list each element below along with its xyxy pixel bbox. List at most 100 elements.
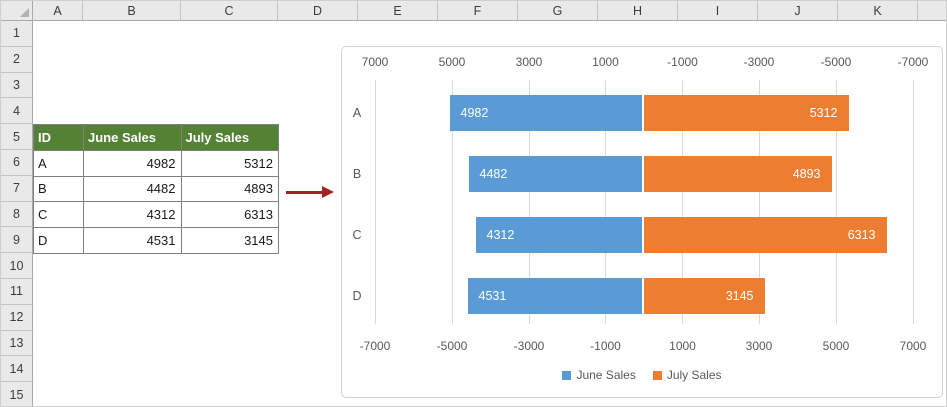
cell-id[interactable]: A <box>33 149 84 177</box>
bar-data-label: 4482 <box>479 167 508 181</box>
bottom-axis-tick: 7000 <box>899 339 927 353</box>
select-all-triangle-icon <box>20 8 29 17</box>
row-header-8[interactable]: 8 <box>1 201 33 228</box>
column-header-G[interactable]: G <box>518 1 598 21</box>
sales-table: ID June Sales July Sales A 4982 5312 B 4… <box>33 124 279 254</box>
cell-june[interactable]: 4531 <box>83 227 182 254</box>
arrow-shape <box>286 185 334 200</box>
bar-data-label: 4893 <box>792 167 821 181</box>
table-row: A 4982 5312 <box>33 149 279 177</box>
category-label-D: D <box>352 289 362 303</box>
row-header-1[interactable]: 1 <box>1 21 33 47</box>
legend-item-july-sales[interactable]: July Sales <box>652 368 722 382</box>
cell-id[interactable]: B <box>33 175 84 203</box>
legend-swatch-icon <box>652 370 662 380</box>
table-row: D 4531 3145 <box>33 227 279 254</box>
legend-item-june-sales[interactable]: June Sales <box>562 368 636 382</box>
row-header-7[interactable]: 7 <box>1 175 33 202</box>
row-header-12[interactable]: 12 <box>1 304 33 331</box>
bar-june-B[interactable]: 4482 <box>468 156 642 192</box>
arrow-head-icon <box>322 186 334 198</box>
row-header-5[interactable]: 5 <box>1 124 33 150</box>
row-header-2[interactable]: 2 <box>1 46 33 73</box>
cell-june[interactable]: 4482 <box>83 175 182 203</box>
bar-data-label: 5312 <box>809 106 838 120</box>
column-header-J[interactable]: J <box>758 1 838 21</box>
row-header-10[interactable]: 10 <box>1 253 33 279</box>
bar-july-B[interactable]: 4893 <box>643 156 832 192</box>
column-header-F[interactable]: F <box>438 1 518 21</box>
bottom-axis-tick: -7000 <box>359 339 391 353</box>
top-axis-tick: -3000 <box>743 55 775 69</box>
top-axis-tick: -1000 <box>667 55 698 69</box>
table-row: B 4482 4893 <box>33 175 279 203</box>
cell-id[interactable]: D <box>33 227 84 254</box>
row-header-9[interactable]: 9 <box>1 227 33 254</box>
header-cell-june-sales[interactable]: June Sales <box>83 124 182 151</box>
bottom-axis-tick: 1000 <box>669 339 696 353</box>
category-label-A: A <box>352 106 362 120</box>
legend-label: June Sales <box>576 368 636 382</box>
row-header-15[interactable]: 15 <box>1 382 33 406</box>
top-axis-tick: 5000 <box>438 55 466 69</box>
table-row: C 4312 6313 <box>33 201 279 229</box>
gridline <box>374 80 376 324</box>
tornado-chart[interactable]: 7000 5000 3000 1000 -1000 -3000 -5000 -7… <box>341 46 943 398</box>
column-header-B[interactable]: B <box>83 1 181 21</box>
column-header-D[interactable]: D <box>278 1 358 21</box>
row-header-14[interactable]: 14 <box>1 356 33 383</box>
legend-label: July Sales <box>666 368 722 382</box>
cell-june[interactable]: 4982 <box>83 149 182 177</box>
chart-legend: June Sales July Sales <box>342 365 942 385</box>
header-cell-july-sales[interactable]: July Sales <box>180 124 279 151</box>
legend-swatch-icon <box>562 370 572 380</box>
bottom-axis-tick: 3000 <box>745 339 773 353</box>
top-axis-tick: 3000 <box>515 55 543 69</box>
bar-july-C[interactable]: 6313 <box>643 217 887 253</box>
arrow-shaft <box>286 191 323 194</box>
cell-july[interactable]: 3145 <box>180 227 279 254</box>
bar-june-D[interactable]: 4531 <box>467 278 642 314</box>
top-axis-tick: -5000 <box>820 55 852 69</box>
category-label-B: B <box>352 167 362 181</box>
bar-data-label: 4982 <box>460 106 489 120</box>
bottom-axis-tick: -5000 <box>436 339 468 353</box>
cell-july[interactable]: 4893 <box>180 175 279 203</box>
column-header-C[interactable]: C <box>181 1 278 21</box>
top-axis-tick: -7000 <box>897 55 929 69</box>
select-all-corner[interactable] <box>1 1 33 21</box>
row-header-11[interactable]: 11 <box>1 278 33 305</box>
bar-data-label: 4531 <box>478 289 507 303</box>
bar-june-C[interactable]: 4312 <box>475 217 642 253</box>
column-header-partial <box>918 1 946 21</box>
cell-june[interactable]: 4312 <box>83 201 182 229</box>
column-header-A[interactable]: A <box>33 1 83 21</box>
row-header-4[interactable]: 4 <box>1 98 33 125</box>
cell-july[interactable]: 5312 <box>180 149 279 177</box>
bottom-axis-tick: -3000 <box>513 339 545 353</box>
bar-june-A[interactable]: 4982 <box>449 95 642 131</box>
bottom-axis-tick: 5000 <box>822 339 850 353</box>
gridline <box>912 80 914 324</box>
row-header-column: 1 2 3 4 5 6 7 8 9 10 11 12 13 14 15 <box>1 21 33 406</box>
category-label-C: C <box>352 228 362 242</box>
spreadsheet-app: A B C D E F G H I J K 1 2 3 4 5 6 7 8 9 … <box>0 0 947 407</box>
column-header-E[interactable]: E <box>358 1 438 21</box>
column-header-row: A B C D E F G H I J K <box>1 1 946 21</box>
bar-data-label: 6313 <box>847 228 876 242</box>
bottom-axis-tick: -1000 <box>590 339 621 353</box>
header-cell-id[interactable]: ID <box>33 124 84 151</box>
column-header-K[interactable]: K <box>838 1 918 21</box>
table-header-row: ID June Sales July Sales <box>33 124 279 151</box>
cell-id[interactable]: C <box>33 201 84 229</box>
row-header-6[interactable]: 6 <box>1 149 33 176</box>
column-header-I[interactable]: I <box>678 1 758 21</box>
bar-july-D[interactable]: 3145 <box>643 278 765 314</box>
bar-data-label: 3145 <box>725 289 754 303</box>
cell-july[interactable]: 6313 <box>180 201 279 229</box>
top-axis-tick: 1000 <box>592 55 619 69</box>
bar-july-A[interactable]: 5312 <box>643 95 849 131</box>
row-header-3[interactable]: 3 <box>1 72 33 99</box>
row-header-13[interactable]: 13 <box>1 330 33 357</box>
column-header-H[interactable]: H <box>598 1 678 21</box>
